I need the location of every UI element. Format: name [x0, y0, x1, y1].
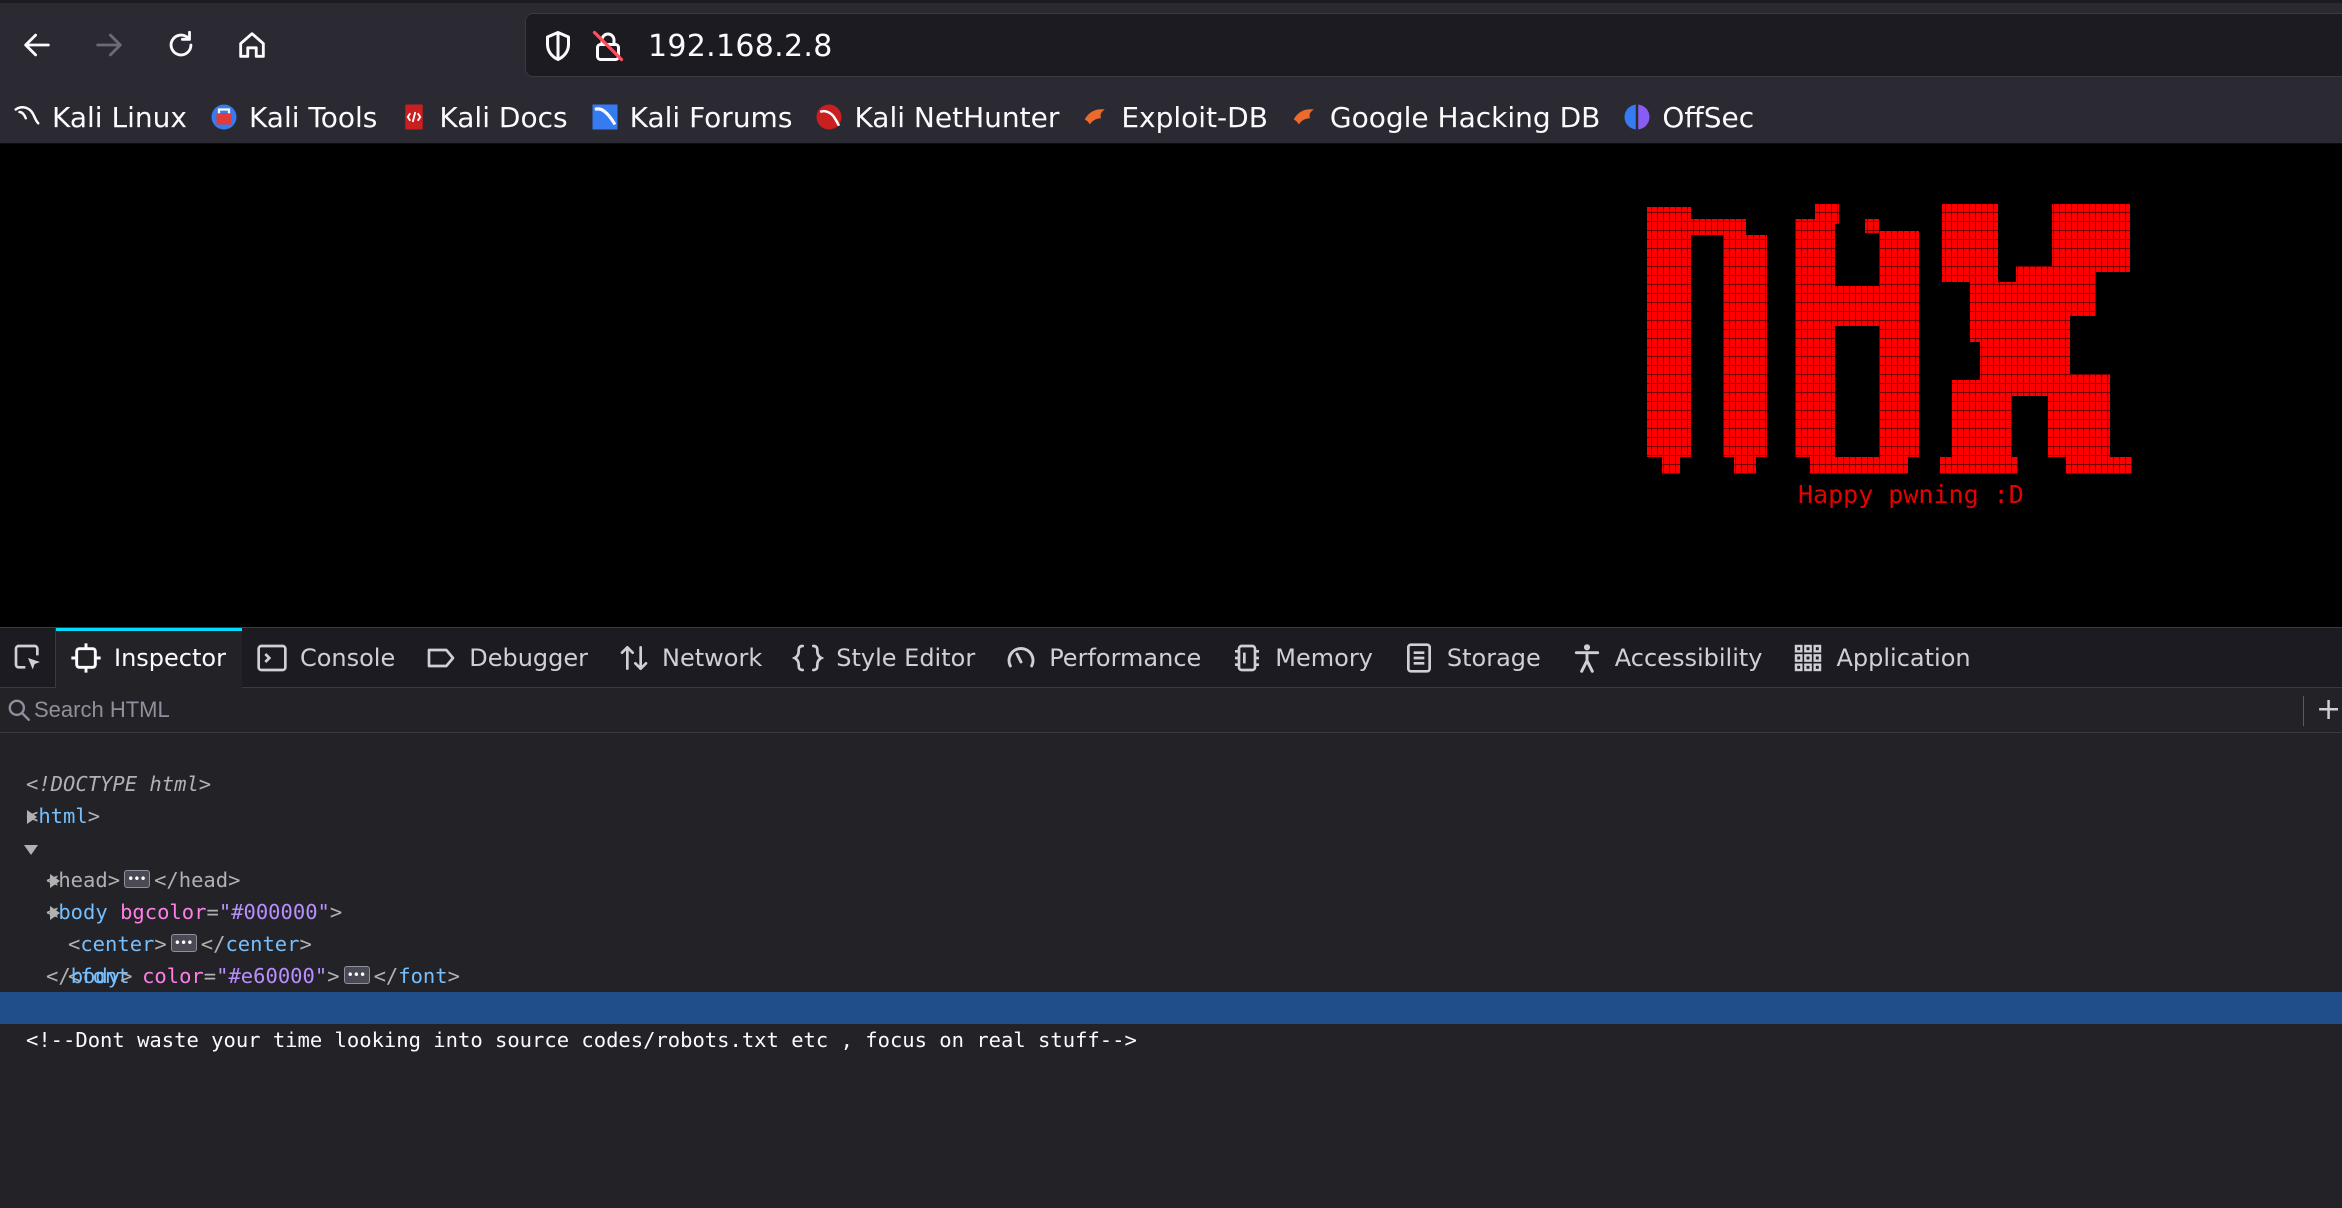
- bookmark-offsec[interactable]: OffSec: [1622, 97, 1754, 137]
- kali-tools-icon: [209, 102, 239, 132]
- browser-toolbar: 192.168.2.8: [0, 0, 2342, 91]
- bookmark-exploit-db[interactable]: Exploit-DB: [1081, 97, 1268, 137]
- accessibility-icon: [1571, 642, 1603, 674]
- expand-font-toggle[interactable]: [50, 906, 60, 920]
- search-html-input[interactable]: [34, 694, 2294, 726]
- element-picker-icon: [14, 644, 40, 669]
- expand-head-toggle[interactable]: [27, 810, 37, 824]
- collapse-body-toggle[interactable]: [24, 845, 38, 855]
- markup-head-line[interactable]: <head></head>: [0, 800, 2342, 895]
- search-icon: [8, 699, 30, 721]
- nhx-ascii-logo: [1647, 204, 2132, 474]
- offsec-icon: [1622, 102, 1652, 132]
- bookmark-kali-linux[interactable]: Kali Linux: [12, 97, 187, 137]
- arrow-left-icon: [24, 33, 50, 57]
- storage-icon: [1403, 642, 1435, 674]
- home-icon: [239, 32, 265, 58]
- bookmark-kali-docs[interactable]: Kali Docs: [399, 97, 568, 137]
- devtools-panel: Inspector Console Debugger Network Style…: [0, 627, 2342, 1208]
- bookmark-kali-nethunter[interactable]: Kali NetHunter: [814, 97, 1059, 137]
- network-icon: [618, 642, 650, 674]
- tab-application[interactable]: Application: [1778, 628, 1986, 688]
- bookmarks-bar: Kali Linux Kali Tools Kali Docs Kali For…: [0, 91, 2342, 144]
- markup-font-line[interactable]: <font color="#e60000"></font>: [0, 896, 2342, 991]
- tab-accessibility[interactable]: Accessibility: [1557, 628, 1779, 688]
- add-node-button[interactable]: +: [2316, 694, 2341, 726]
- arrow-right-icon: [96, 33, 122, 57]
- style-editor-icon: [792, 642, 825, 674]
- markup-html-open-line[interactable]: <html>: [0, 768, 2342, 828]
- tab-storage[interactable]: Storage: [1389, 628, 1557, 688]
- markup-body-line[interactable]: <body bgcolor="#000000">: [0, 832, 2342, 924]
- kali-forums-icon: [590, 102, 620, 132]
- page-content: Happy pwning :D: [0, 144, 2342, 627]
- kali-nethunter-icon: [814, 102, 844, 132]
- bookmark-kali-forums[interactable]: Kali Forums: [590, 97, 792, 137]
- devtools-tab-bar: Inspector Console Debugger Network Style…: [0, 627, 2342, 688]
- ghdb-icon: [1290, 102, 1320, 132]
- performance-icon: [1005, 642, 1037, 674]
- html-search-row: +: [0, 688, 2342, 733]
- markup-center-line[interactable]: <center></center>: [0, 864, 2342, 959]
- tab-memory[interactable]: Memory: [1217, 628, 1389, 688]
- markup-comment-line[interactable]: <!--Dont waste your time looking into so…: [0, 992, 2342, 1052]
- markup-doctype-line[interactable]: <!DOCTYPE html>: [0, 736, 2342, 796]
- tab-inspector[interactable]: Inspector: [56, 627, 242, 688]
- markup-body-close-line[interactable]: </body>: [0, 928, 2342, 988]
- tab-performance[interactable]: Performance: [991, 628, 1217, 688]
- tagline: Happy pwning :D: [1798, 480, 2024, 509]
- expand-center-toggle[interactable]: [50, 874, 60, 888]
- search-divider: [2303, 696, 2304, 726]
- tab-style-editor[interactable]: Style Editor: [778, 628, 991, 688]
- tracking-protection-shield-icon[interactable]: [540, 28, 576, 64]
- forward-button[interactable]: [87, 23, 131, 67]
- bookmark-google-hacking-db[interactable]: Google Hacking DB: [1290, 97, 1600, 137]
- debugger-icon: [425, 642, 457, 674]
- url-bar[interactable]: 192.168.2.8: [525, 13, 2342, 77]
- bookmark-kali-tools[interactable]: Kali Tools: [209, 97, 377, 137]
- exploit-db-icon: [1081, 102, 1111, 132]
- markup-view: <!DOCTYPE html> <html> <head></head> <bo…: [0, 736, 2342, 1052]
- tab-network[interactable]: Network: [604, 628, 778, 688]
- console-icon: [256, 642, 288, 674]
- home-button[interactable]: [230, 23, 274, 67]
- insecure-lock-icon[interactable]: [590, 28, 626, 64]
- tab-console[interactable]: Console: [242, 628, 411, 688]
- element-picker-button[interactable]: [0, 627, 56, 688]
- inspector-icon: [70, 642, 102, 674]
- markup-html-close-line[interactable]: </html>: [0, 960, 2342, 1020]
- application-icon: [1792, 642, 1824, 674]
- kali-docs-icon: [399, 102, 429, 132]
- html-comment-node: <!--Dont waste your time looking into so…: [26, 1028, 1137, 1052]
- reload-icon: [169, 30, 193, 57]
- url-text[interactable]: 192.168.2.8: [648, 29, 833, 64]
- back-button[interactable]: [15, 23, 59, 67]
- tab-debugger[interactable]: Debugger: [411, 628, 604, 688]
- kali-dragon-icon: [12, 102, 42, 132]
- memory-icon: [1231, 642, 1263, 674]
- reload-button[interactable]: [159, 23, 203, 67]
